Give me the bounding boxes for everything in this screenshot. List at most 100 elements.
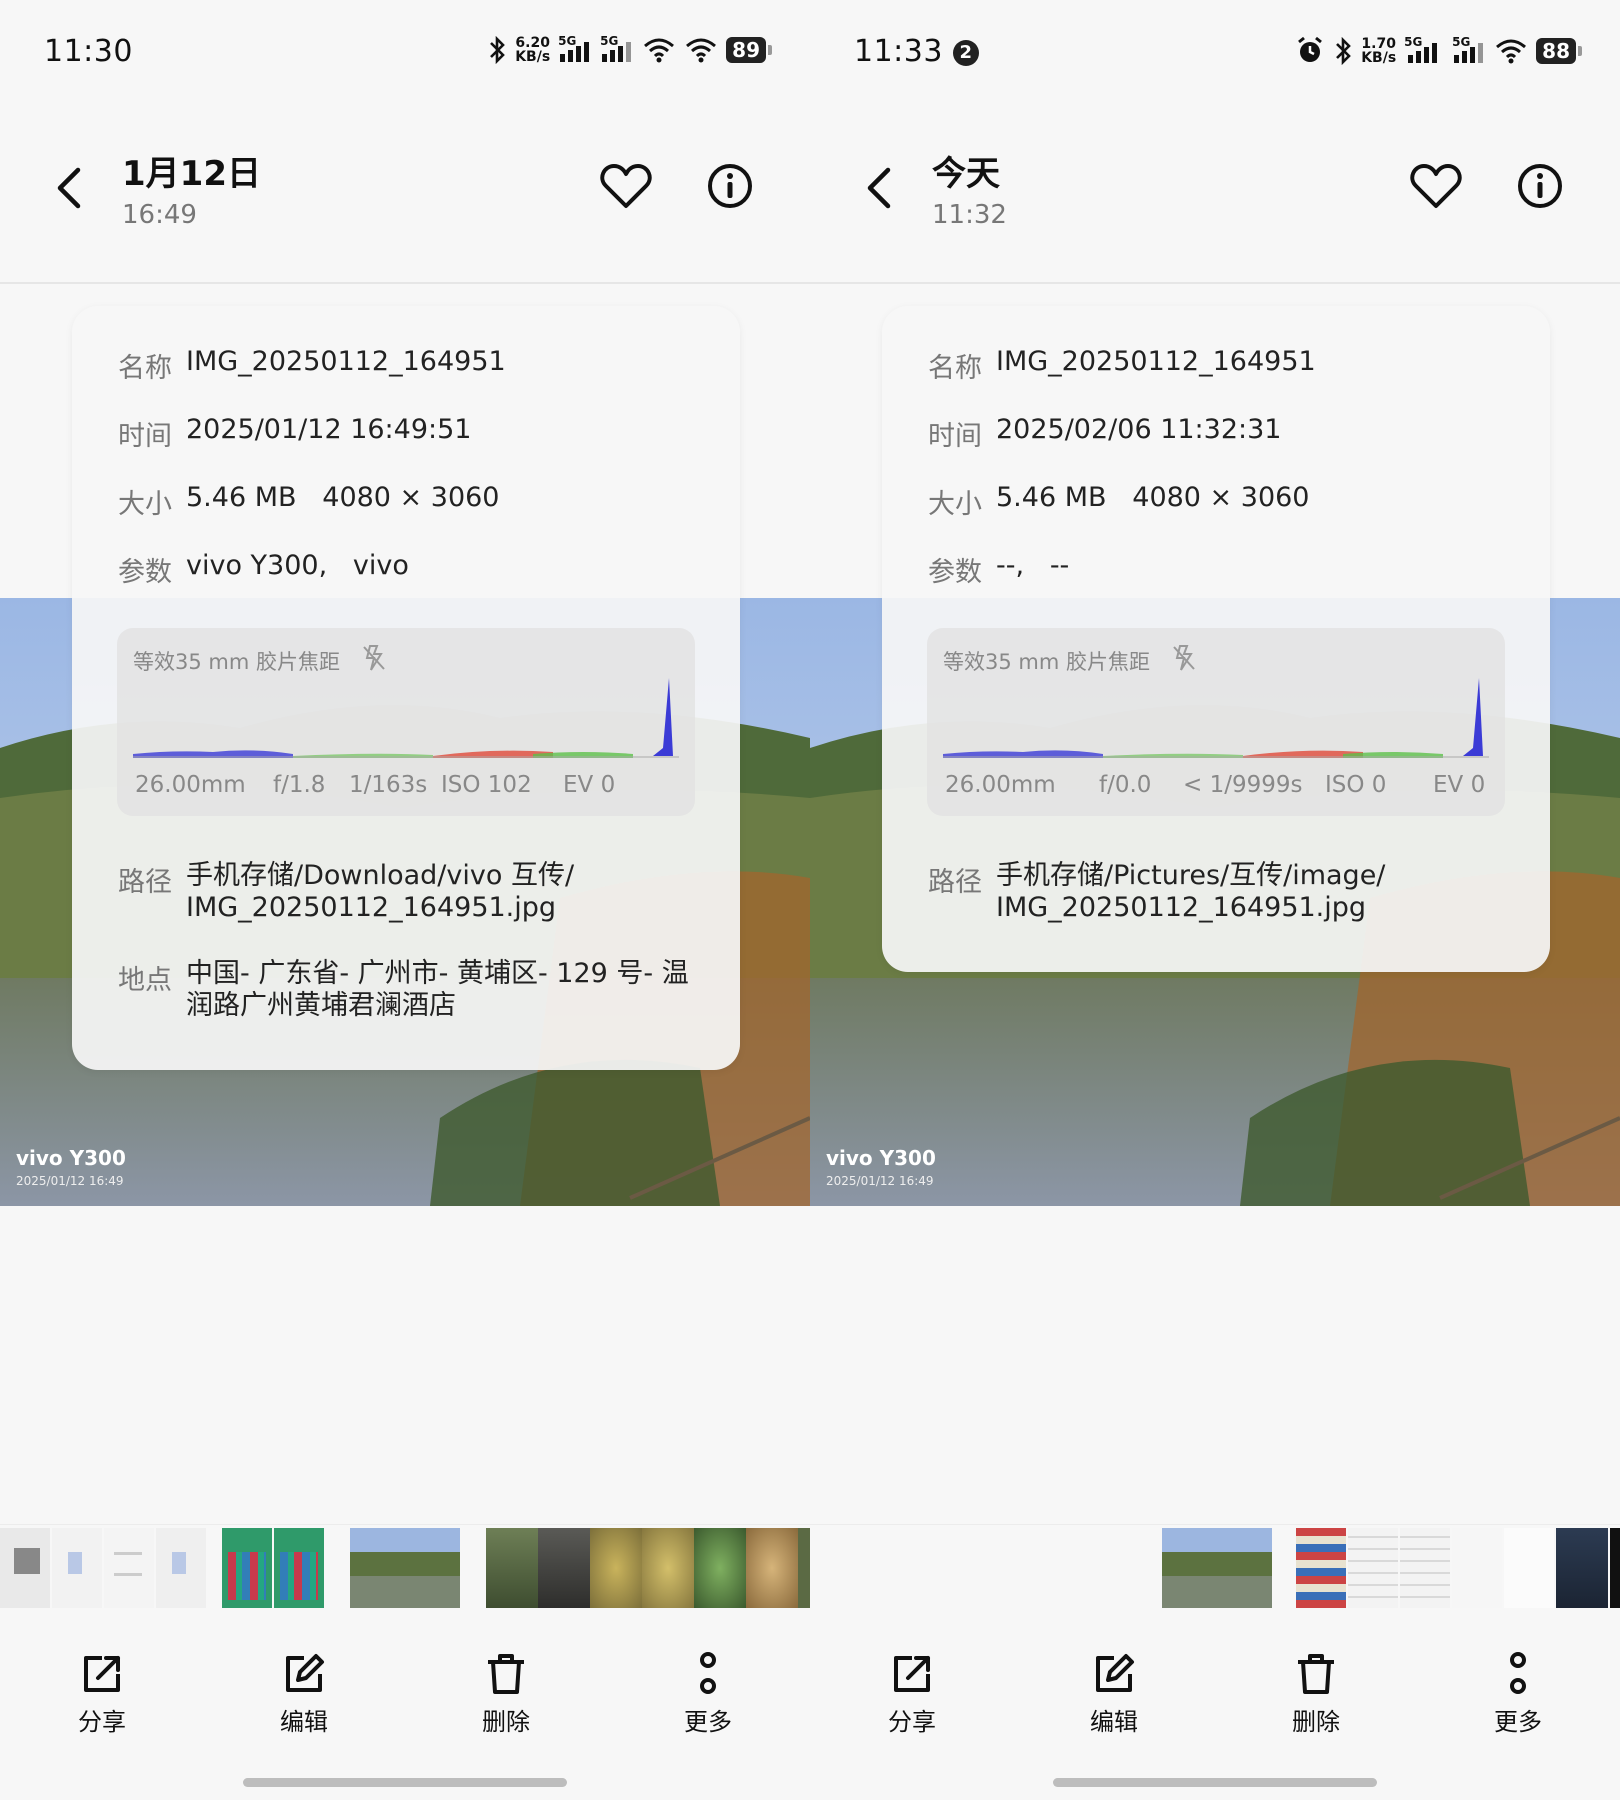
more-icon (700, 1652, 716, 1694)
filmstrip[interactable] (0, 1524, 810, 1610)
flash-off-icon (1173, 645, 1195, 671)
watermark-time: 2025/01/12 16:49 (826, 1174, 934, 1188)
bluetooth-icon (490, 36, 506, 64)
info-icon[interactable] (1516, 162, 1564, 210)
filmstrip[interactable] (810, 1524, 1620, 1610)
back-icon[interactable] (862, 166, 898, 210)
delete-button[interactable]: 删除 (1266, 1652, 1366, 1737)
flash-off-icon (363, 645, 385, 671)
delete-button[interactable]: 删除 (456, 1652, 556, 1737)
more-icon (1510, 1652, 1526, 1694)
thumbnail[interactable] (274, 1528, 324, 1608)
exif-aperture: f/0.0 (1099, 772, 1152, 798)
exif-focal-label: 等效35 mm 胶片焦距 (943, 650, 1150, 674)
thumbnail[interactable] (590, 1528, 642, 1608)
thumbnail[interactable] (1296, 1528, 1346, 1608)
thumbnail[interactable] (694, 1528, 746, 1608)
exif-panel: 等效35 mm 胶片焦距 26.00mm f/0.0 < 1/9999s ISO… (927, 628, 1505, 816)
page-title: 1月12日 (122, 154, 261, 194)
thumbnail[interactable] (538, 1528, 590, 1608)
trash-icon (1298, 1654, 1334, 1694)
signal-5g-icon: 5G (558, 34, 592, 64)
watermark-model: vivo Y300 (826, 1146, 936, 1170)
info-row-time: 时间 2025/01/12 16:49:51 (118, 414, 472, 452)
status-icons: 1.70 KB/s 5G 5G 88 (1295, 35, 1582, 66)
exif-focal-label: 等效35 mm 胶片焦距 (133, 650, 340, 674)
net-speed: 1.70 KB/s (1361, 36, 1397, 66)
thumbnail[interactable] (486, 1528, 538, 1608)
alarm-icon (1298, 36, 1323, 62)
status-time: 11:33 2 (854, 34, 979, 69)
exif-aperture: f/1.8 (273, 772, 326, 798)
edit-button[interactable]: 编辑 (1064, 1652, 1164, 1737)
wifi-icon (1496, 39, 1527, 64)
wifi-icon (686, 38, 717, 63)
thumbnail[interactable] (1556, 1528, 1608, 1608)
signal-5g-icon: 5G (1404, 35, 1444, 65)
thumbnail[interactable] (52, 1528, 102, 1608)
watermark-time: 2025/01/12 16:49 (16, 1174, 124, 1188)
edit-icon (1096, 1654, 1134, 1692)
back-icon[interactable] (52, 166, 88, 210)
signal-5g-icon: 5G (1452, 35, 1486, 65)
thumbnail-current[interactable] (350, 1528, 460, 1608)
more-button[interactable]: 更多 (1468, 1652, 1568, 1737)
exif-shutter: 1/163s (349, 772, 428, 798)
thumbnail[interactable] (642, 1528, 694, 1608)
info-row-name: 名称 IMG_20250112_164951 (928, 346, 1316, 384)
info-row-params: 参数 --, -- (928, 550, 1070, 588)
net-speed: 6.20 KB/s (515, 35, 551, 65)
edit-button[interactable]: 编辑 (254, 1652, 354, 1737)
info-row-size: 大小 5.46 MB 4080 × 3060 (928, 482, 1310, 520)
thumbnail[interactable] (222, 1528, 272, 1608)
page-title: 今天 (932, 154, 1000, 194)
notification-count-badge: 2 (952, 40, 979, 66)
status-icons: 6.20 KB/s 5G 5G 89 (487, 34, 772, 65)
info-row-time: 时间 2025/02/06 11:32:31 (928, 414, 1282, 452)
thumbnail[interactable] (1610, 1528, 1620, 1608)
exif-focal: 26.00mm (945, 772, 1056, 798)
exif-ev: EV 0 (563, 772, 616, 798)
favorite-heart-icon[interactable] (600, 162, 652, 210)
share-button[interactable]: 分享 (52, 1652, 152, 1737)
bluetooth-icon (1336, 37, 1352, 65)
thumbnail[interactable] (1504, 1528, 1554, 1608)
info-icon[interactable] (706, 162, 754, 210)
header-divider (810, 282, 1620, 284)
home-indicator[interactable] (243, 1778, 567, 1787)
share-icon (894, 1656, 930, 1692)
info-card: 名称 IMG_20250112_164951 时间 2025/01/12 16:49… (72, 306, 740, 1070)
thumbnail[interactable] (798, 1528, 810, 1608)
thumbnail[interactable] (746, 1528, 798, 1608)
exif-shutter: < 1/9999s (1183, 772, 1303, 798)
panel-left: 11:30 6.20 KB/s 5G 5G 89 1月12日 16:49 viv… (0, 0, 810, 1800)
histogram (133, 678, 679, 758)
info-row-path: 路径 手机存储/Download/vivo 互传/ IMG_20250112_16… (118, 860, 575, 923)
favorite-heart-icon[interactable] (1410, 162, 1462, 210)
edit-icon (286, 1654, 324, 1692)
more-button[interactable]: 更多 (658, 1652, 758, 1737)
thumbnail[interactable] (156, 1528, 206, 1608)
thumbnail[interactable] (1452, 1528, 1502, 1608)
info-row-name: 名称 IMG_20250112_164951 (118, 346, 506, 384)
exif-panel: 等效35 mm 胶片焦距 26.00mm f/1.8 1/163s ISO 10… (117, 628, 695, 816)
thumbnail-current[interactable] (1162, 1528, 1272, 1608)
thumbnail[interactable] (104, 1528, 154, 1608)
exif-iso: ISO 0 (1325, 772, 1387, 798)
exif-iso: ISO 102 (441, 772, 532, 798)
share-button[interactable]: 分享 (862, 1652, 962, 1737)
share-icon (84, 1656, 120, 1692)
info-card: 名称 IMG_20250112_164951 时间 2025/02/06 11:32… (882, 306, 1550, 972)
thumbnail[interactable] (1400, 1528, 1450, 1608)
page-subtitle: 16:49 (122, 200, 197, 230)
info-row-path: 路径 手机存储/Pictures/互传/image/ IMG_20250112_1… (928, 860, 1386, 923)
trash-icon (488, 1654, 524, 1694)
home-indicator[interactable] (1053, 1778, 1377, 1787)
signal-5g-icon: 5G (600, 34, 634, 64)
battery-indicator: 88 (1536, 38, 1582, 64)
thumbnail[interactable] (1348, 1528, 1398, 1608)
thumbnail[interactable] (0, 1528, 50, 1608)
histogram (943, 678, 1489, 758)
exif-ev: EV 0 (1433, 772, 1486, 798)
info-row-location: 地点 中国- 广东省- 广州市- 黄埔区- 129 号- 温 润路广州黄埔君澜酒店 (118, 958, 689, 1021)
